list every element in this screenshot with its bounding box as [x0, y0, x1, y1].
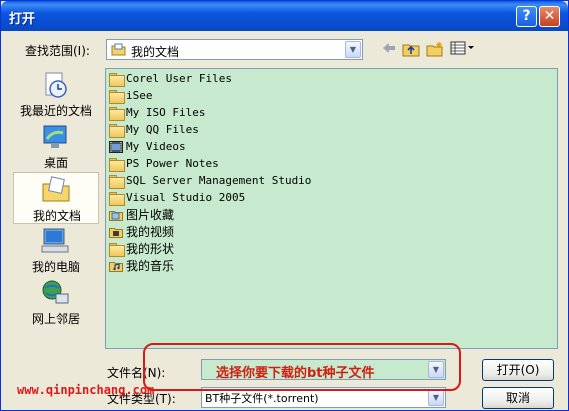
folder-icon: [109, 174, 125, 189]
place-my-computer[interactable]: 我的电脑: [13, 224, 99, 276]
file-name: Visual Studio 2005: [126, 191, 246, 204]
look-in-dropdown[interactable]: 我的文档 ▼: [106, 39, 363, 60]
my-computer-icon: [40, 227, 70, 255]
place-network[interactable]: 网上邻居: [13, 276, 99, 328]
help-button[interactable]: ?: [516, 6, 537, 27]
place-label: 网上邻居: [31, 312, 80, 326]
list-item[interactable]: My QQ Files: [109, 121, 199, 138]
list-item[interactable]: Corel User Files: [109, 70, 232, 87]
file-name: PS Power Notes: [126, 157, 219, 170]
open-button[interactable]: 打开(O): [482, 359, 554, 381]
folder-icon: [109, 242, 125, 257]
list-item[interactable]: PS Power Notes: [109, 155, 219, 172]
network-places-icon: [40, 279, 70, 307]
folder-icon: [109, 123, 125, 138]
window-title: 打开: [9, 12, 36, 27]
recent-documents-icon: [40, 71, 70, 99]
folder-icon: [109, 191, 125, 206]
list-item[interactable]: My ISO Files: [109, 104, 205, 121]
file-name: 图片收藏: [126, 208, 175, 222]
look-in-value: 我的文档: [131, 45, 180, 59]
new-folder-icon[interactable]: [425, 41, 445, 59]
file-name: My Videos: [126, 140, 186, 153]
list-item[interactable]: 图片收藏: [109, 206, 174, 223]
file-name: 我的视频: [126, 225, 175, 239]
chevron-down-icon[interactable]: ▼: [428, 389, 444, 406]
file-name: My ISO Files: [126, 106, 206, 119]
up-folder-icon[interactable]: [401, 41, 421, 59]
cancel-button[interactable]: 取消: [482, 387, 554, 409]
file-name: SQL Server Management Studio: [126, 174, 312, 187]
place-label: 我的电脑: [31, 260, 80, 274]
places-bar: 我最近的文档 桌面 我的文档 我的电脑 网上邻居: [13, 68, 99, 333]
file-name: iSee: [126, 89, 153, 102]
folder-icon: [109, 106, 125, 121]
watermark: www.qinpinchang.com: [17, 383, 155, 397]
folder-icon: [109, 89, 125, 104]
list-item[interactable]: SQL Server Management Studio: [109, 172, 311, 189]
view-menu-icon[interactable]: [449, 41, 475, 59]
list-item[interactable]: 我的视频: [109, 223, 174, 240]
title-bar[interactable]: 打开 ? ✕: [1, 1, 568, 31]
chevron-down-icon[interactable]: ▼: [345, 41, 361, 58]
file-name: 我的形状: [126, 242, 175, 256]
music-folder-icon: [109, 260, 123, 272]
my-documents-icon: [41, 176, 71, 204]
list-item[interactable]: 我的音乐: [109, 257, 174, 274]
place-recent-documents[interactable]: 我最近的文档: [13, 68, 99, 120]
file-name: 我的音乐: [126, 259, 175, 273]
place-label: 桌面: [43, 156, 68, 170]
pictures-folder-icon: [109, 209, 123, 221]
desktop-icon: [40, 123, 70, 151]
video-folder-icon: [109, 140, 123, 153]
file-name: Corel User Files: [126, 72, 232, 85]
place-label: 我最近的文档: [19, 104, 92, 118]
look-in-label: 查找范围(I):: [25, 44, 90, 58]
annotation-callout: [143, 343, 461, 391]
back-icon[interactable]: [379, 41, 399, 59]
file-type-value: BT种子文件(*.torrent): [205, 392, 319, 405]
file-list[interactable]: Corel User Files iSee My ISO Files My QQ…: [105, 68, 558, 349]
file-name: My QQ Files: [126, 123, 199, 136]
close-button[interactable]: ✕: [539, 6, 560, 27]
place-label: 我的文档: [32, 209, 81, 223]
place-desktop[interactable]: 桌面: [13, 120, 99, 172]
list-item[interactable]: Visual Studio 2005: [109, 189, 245, 206]
video-folder-icon: [109, 226, 123, 238]
open-dialog: 打开 ? ✕ 查找范围(I): 我的文档 ▼ 我最近的文档 桌面 我的文档 我的…: [0, 0, 569, 411]
list-item[interactable]: iSee: [109, 87, 153, 104]
list-item[interactable]: My Videos: [109, 138, 186, 155]
place-my-documents[interactable]: 我的文档: [13, 172, 99, 224]
list-item[interactable]: 我的形状: [109, 240, 174, 257]
my-documents-small-icon: [111, 43, 126, 59]
folder-icon: [109, 72, 125, 87]
folder-icon: [109, 157, 125, 172]
